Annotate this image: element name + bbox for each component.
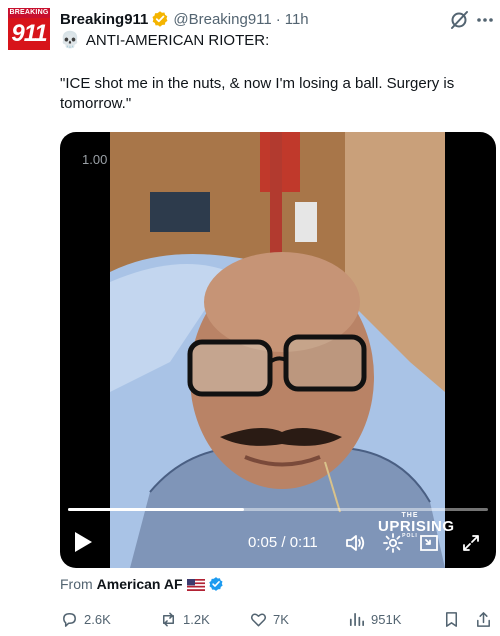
settings-gear-icon[interactable] (382, 532, 404, 554)
tweet-text-line1: 💀 ANTI-AMERICAN RIOTER: (60, 31, 269, 51)
play-icon[interactable] (72, 530, 94, 554)
bookmark-button[interactable] (442, 608, 461, 630)
tweet-quote: "ICE shot me in the nuts, & now I'm losi… (60, 75, 455, 112)
post-time[interactable]: 11h (285, 11, 309, 28)
video-player[interactable]: 1.00 THE UPRISING POLI 0:05 / 0:11 (60, 132, 496, 568)
reply-icon (63, 612, 76, 627)
skull-icon: 💀 (60, 32, 80, 49)
views-chart-icon (349, 612, 365, 626)
avatar-label-number: 911 (8, 18, 50, 50)
views-button[interactable]: 951K (347, 608, 401, 630)
header-separator: · (275, 10, 281, 28)
grok-icon[interactable] (448, 9, 470, 31)
avatar-label-top: BREAKING (8, 8, 50, 18)
author-handle[interactable]: @Breaking911 (173, 11, 271, 28)
from-source-link[interactable]: American AF (97, 576, 183, 592)
verified-blue-icon (208, 576, 224, 592)
share-icon (477, 611, 490, 627)
reply-count: 2.6K (84, 611, 111, 627)
views-count: 951K (371, 611, 402, 627)
source-attribution: From American AF (60, 576, 224, 592)
share-button[interactable] (474, 608, 493, 630)
verified-gold-icon (151, 10, 169, 28)
more-options-icon[interactable] (474, 9, 496, 31)
like-count: 7K (273, 611, 289, 627)
video-time: 0:05 / 0:11 (248, 534, 318, 551)
from-prefix: From (60, 576, 93, 592)
repost-count: 1.2K (183, 611, 210, 627)
avatar[interactable]: BREAKING 911 (8, 8, 50, 50)
repost-icon (162, 612, 175, 626)
reply-button[interactable]: 2.6K (60, 608, 111, 630)
action-bar: 2.6K 1.2K 7K 951K (60, 608, 496, 630)
picture-in-picture-icon[interactable] (418, 532, 440, 554)
fullscreen-icon[interactable] (460, 532, 482, 554)
video-frame[interactable] (110, 132, 445, 568)
video-progress-fill[interactable] (68, 508, 245, 511)
us-flag-icon (186, 578, 205, 591)
heart-icon (250, 612, 267, 626)
tweet-header: Breaking911 @Breaking911 · 11h (60, 9, 309, 29)
video-pip-label: 1.00 (82, 152, 108, 167)
author-name[interactable]: Breaking911 (60, 11, 148, 28)
tweet-headline: ANTI-AMERICAN RIOTER: (85, 32, 270, 49)
bookmark-icon (445, 611, 458, 627)
like-button[interactable]: 7K (249, 608, 289, 630)
volume-icon[interactable] (344, 532, 366, 554)
repost-button[interactable]: 1.2K (159, 608, 210, 630)
